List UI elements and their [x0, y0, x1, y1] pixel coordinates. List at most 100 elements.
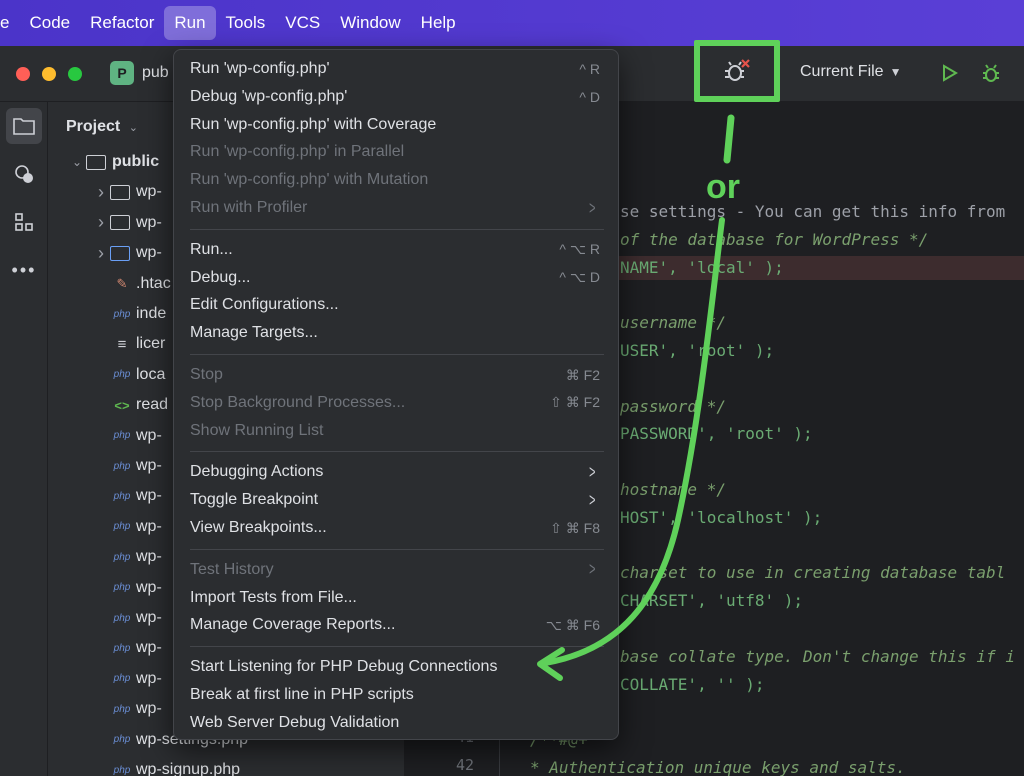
menu-item-label: Web Server Debug Validation — [190, 713, 400, 731]
tree-item[interactable]: php wp- — [110, 665, 162, 693]
chevron-right-icon: > — [589, 461, 596, 482]
menu-item-manage-coverage-reports[interactable]: Manage Coverage Reports... ⌥ ⌘ F6 — [182, 612, 612, 638]
menu-item-label: Start Listening for PHP Debug Connection… — [190, 658, 498, 676]
tree-item[interactable]: php wp- — [110, 574, 162, 602]
close-window-button[interactable] — [16, 67, 30, 81]
tree-item[interactable]: php wp- — [110, 604, 162, 632]
tree-item-label: wp- — [136, 183, 162, 201]
menu-item-shortcut: ⌥ ⌘ F6 — [545, 616, 600, 633]
tree-item[interactable]: › wp- — [92, 209, 162, 237]
tree-item[interactable]: php wp- — [110, 634, 162, 662]
menu-item-label: Break at first line in PHP scripts — [190, 686, 414, 703]
menubar-item-window[interactable]: Window — [330, 6, 410, 40]
menu-item-shortcut: ⇧ ⌘ F8 — [550, 519, 600, 536]
php-file-icon: php — [113, 460, 131, 472]
menu-item-label: Run 'wp-config.php' with Coverage — [190, 115, 437, 133]
menu-item-debug-wp-config-php[interactable]: Debug 'wp-config.php' ^ D — [182, 84, 612, 110]
tree-item[interactable]: ⌄ public — [68, 148, 159, 176]
project-tool-button[interactable] — [6, 108, 42, 144]
menu-separator — [190, 451, 604, 453]
menu-item-import-tests-from-file[interactable]: Import Tests from File... — [182, 585, 612, 611]
project-badge[interactable]: P — [110, 61, 134, 85]
menu-item-label: Edit Configurations... — [190, 296, 339, 314]
ai-assistant-tool-button[interactable] — [6, 156, 42, 192]
project-panel-header[interactable]: Project ⌄ — [66, 118, 138, 136]
menu-item-label: Run 'wp-config.php' with Mutation — [190, 171, 429, 189]
tree-item[interactable]: php wp- — [110, 422, 162, 450]
menu-item-break-at-first-line-in-php-scripts[interactable]: Break at first line in PHP scripts — [182, 682, 612, 708]
chevron-down-icon: ▼ — [889, 65, 902, 79]
debug-listener-highlight[interactable] — [694, 40, 780, 102]
php-file-icon: php — [113, 703, 131, 715]
tree-item[interactable]: <> read — [110, 391, 168, 419]
menu-item-label: Debugging Actions — [190, 463, 324, 481]
menu-item-label: Run... — [190, 240, 233, 258]
tree-item[interactable]: php wp- — [110, 513, 162, 541]
more-tools-button[interactable]: ••• — [6, 252, 42, 288]
code-token: NAME', 'local' ); — [620, 257, 784, 277]
tree-item[interactable]: php wp- — [110, 482, 162, 510]
tree-item-label: .htac — [136, 274, 171, 292]
tree-item[interactable]: php wp- — [110, 695, 162, 723]
menu-item-run[interactable]: Run... ^ ⌥ R — [182, 237, 612, 263]
menu-item-debugging-actions[interactable]: Debugging Actions > — [182, 459, 612, 485]
php-file-icon: php — [113, 521, 131, 533]
menu-item-start-listening-for-php-debug-connections[interactable]: Start Listening for PHP Debug Connection… — [182, 654, 612, 680]
tree-item[interactable]: php inde — [110, 300, 167, 328]
tree-item[interactable]: › wp- — [92, 239, 162, 267]
tree-item[interactable]: php wp- — [110, 543, 162, 571]
folder-icon — [110, 184, 130, 200]
menu-item-label: Stop — [190, 366, 223, 383]
run-configuration-selector[interactable]: Current File ▼ — [800, 63, 901, 81]
tree-item[interactable]: ≡ licer — [110, 330, 166, 358]
menu-item-manage-targets[interactable]: Manage Targets... — [182, 320, 612, 346]
php-file-icon: php — [113, 490, 131, 502]
menu-item-label: Test History — [190, 560, 274, 578]
menu-item-view-breakpoints[interactable]: View Breakpoints... ⇧ ⌘ F8 — [182, 515, 612, 541]
menu-item-shortcut: ^ R — [579, 61, 600, 77]
chevron-right-icon: > — [589, 559, 596, 580]
code-token: PASSWORD', 'root' ); — [620, 424, 813, 444]
code-token: USER', 'root' ); — [620, 341, 775, 360]
menubar-item-help[interactable]: Help — [411, 6, 466, 40]
debug-icon[interactable] — [978, 60, 1004, 86]
project-name[interactable]: pub — [142, 64, 169, 82]
menu-item-toggle-breakpoint[interactable]: Toggle Breakpoint > — [182, 487, 612, 513]
tree-item[interactable]: php loca — [110, 361, 166, 389]
chevron-down-icon[interactable]: ⌄ — [68, 155, 86, 169]
menu-item-stop-background-processes: Stop Background Processes... ⇧ ⌘ F2 — [182, 390, 612, 416]
minimize-window-button[interactable] — [42, 67, 56, 81]
tree-item[interactable]: › wp- — [92, 178, 162, 206]
folder-icon — [110, 245, 130, 261]
menu-item-label: Import Tests from File... — [190, 588, 357, 606]
menubar-item-vcs[interactable]: VCS — [275, 6, 330, 40]
menu-item-web-server-debug-validation[interactable]: Web Server Debug Validation — [182, 710, 612, 736]
tool-window-strip: ••• — [0, 102, 48, 776]
menu-item-run-wp-config-php-with-coverage[interactable]: Run 'wp-config.php' with Coverage — [182, 112, 612, 138]
folder-icon — [110, 215, 130, 231]
debug-listener-off-icon — [725, 59, 750, 81]
menubar-item-refactor[interactable]: Refactor — [80, 6, 164, 40]
code-token: COLLATE', '' ); — [620, 674, 765, 694]
chevron-right-icon[interactable]: › — [92, 182, 110, 203]
tree-item[interactable]: php wp- — [110, 452, 162, 480]
menu-item-label: Debug... — [190, 268, 251, 286]
menu-item-edit-configurations[interactable]: Edit Configurations... — [182, 292, 612, 318]
menubar-item-e[interactable]: e — [0, 6, 19, 40]
menubar-item-run[interactable]: Run — [164, 6, 216, 40]
menu-item-run-wp-config-php[interactable]: Run 'wp-config.php' ^ R — [182, 56, 612, 82]
chevron-right-icon: > — [589, 197, 596, 218]
chevron-right-icon[interactable]: › — [92, 212, 110, 233]
tree-item[interactable]: php wp-signup.php — [110, 756, 240, 776]
tree-item-label: licer — [136, 335, 166, 353]
run-icon[interactable] — [936, 60, 962, 86]
menu-item-shortcut: ^ D — [579, 88, 600, 105]
menubar-item-code[interactable]: Code — [19, 6, 80, 40]
tree-item[interactable]: ✎ .htac — [110, 270, 171, 298]
menubar-item-tools[interactable]: Tools — [216, 6, 276, 40]
chevron-right-icon[interactable]: › — [92, 243, 110, 264]
php-file-icon: php — [113, 764, 131, 776]
zoom-window-button[interactable] — [68, 67, 82, 81]
structure-tool-button[interactable] — [6, 204, 42, 240]
menu-item-debug[interactable]: Debug... ^ ⌥ D — [182, 265, 612, 291]
